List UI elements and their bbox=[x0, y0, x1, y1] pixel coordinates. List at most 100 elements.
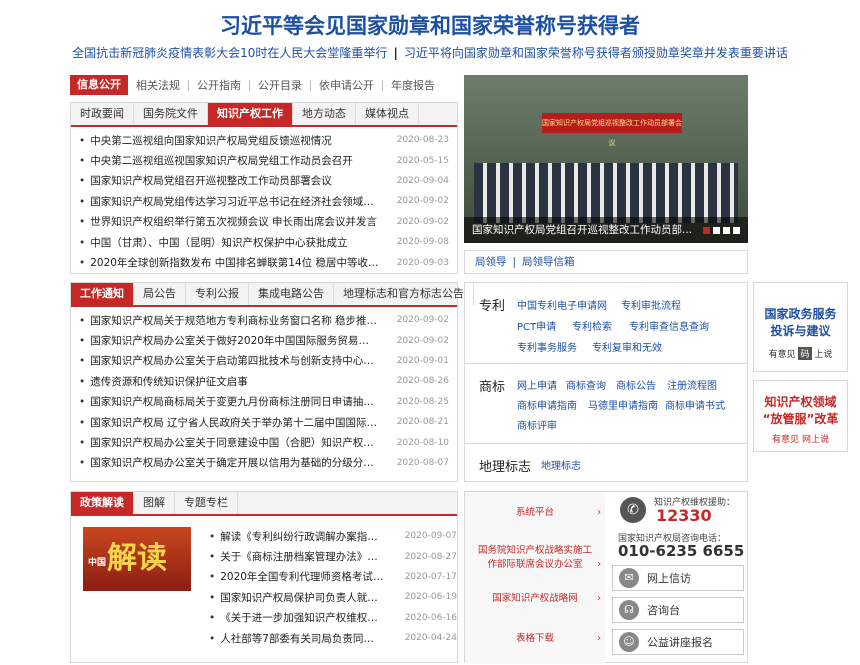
policy-title[interactable]: 解读《专利纠纷行政调解办案指南》... bbox=[209, 529, 384, 544]
list-item[interactable]: 国家知识产权局办公室关于确定开展以信用为基础的分级分类监... 2020-08-0… bbox=[79, 453, 449, 473]
notice-title[interactable]: 国家知识产权局办公室关于确定开展以信用为基础的分级分类监... bbox=[79, 455, 379, 470]
trademark-link[interactable]: 商标申请指南 bbox=[517, 397, 577, 412]
carousel-dot[interactable] bbox=[723, 227, 730, 234]
news-title[interactable]: 世界知识产权组织举行第五次视频会议 申长雨出席会议并发言 bbox=[79, 214, 377, 229]
subhead-link-1[interactable]: 全国抗击新冠肺炎疫情表彰大会10时在人民大会堂隆重举行 bbox=[72, 46, 387, 60]
info-link-regulations[interactable]: 相关法规 bbox=[128, 79, 189, 91]
trademark-link[interactable]: 马德里申请指南 bbox=[588, 397, 658, 412]
gov-service-complaint-card[interactable]: 国家政务服务 投诉与建议 有意见 码 上说 bbox=[753, 282, 848, 372]
notice-title[interactable]: 国家知识产权局办公室关于做好2020年中国国际服务贸易交易会... bbox=[79, 333, 379, 348]
link-system-platform[interactable]: 系统平台 bbox=[465, 506, 605, 520]
subhead-link-2[interactable]: 习近平将向国家勋章和国家荣誉称号获得者颁授勋章奖章并发表重要讲话 bbox=[404, 46, 788, 60]
geo-link[interactable]: 地理标志 bbox=[541, 457, 581, 472]
list-item[interactable]: 关于《商标注册档案管理办法》的制... 2020-08-27 bbox=[209, 546, 457, 566]
list-item[interactable]: 人社部等7部委有关司局负责同志就... 2020-04-24 bbox=[209, 628, 457, 648]
tab-geo-mark-announcement[interactable]: 地理标志和官方标志公告 bbox=[334, 283, 474, 305]
patent-link[interactable]: 中国专利电子申请网 bbox=[517, 297, 607, 312]
patent-link[interactable]: 专利审批流程 bbox=[621, 297, 681, 312]
list-item[interactable]: 国家知识产权局商标局关于变更九月份商标注册同日申请抽签时... 2020-08-2… bbox=[79, 392, 449, 412]
info-link-guide[interactable]: 公开指南 bbox=[189, 79, 250, 91]
list-item[interactable]: 解读《专利纠纷行政调解办案指南》... 2020-09-07 bbox=[209, 526, 457, 546]
leaders-link[interactable]: 局领导 bbox=[475, 256, 507, 268]
info-disclosure-label[interactable]: 信息公开 bbox=[70, 75, 128, 95]
list-item[interactable]: 遗传资源和传统知识保护征文启事 2020-08-26 bbox=[79, 371, 449, 391]
trademark-link[interactable]: 网上申请 bbox=[517, 377, 557, 392]
side1-action[interactable]: 上说 bbox=[814, 350, 832, 360]
list-item[interactable]: 国家知识产权局 辽宁省人民政府关于举办第十二届中国国际专利... 2020-08-… bbox=[79, 412, 449, 432]
policy-title[interactable]: 人社部等7部委有关司局负责同志就... bbox=[209, 631, 384, 646]
trademark-link[interactable]: 商标公告 bbox=[616, 377, 656, 392]
notice-title[interactable]: 国家知识产权局办公室关于启动第四批技术与创新支持中心（TIS... bbox=[79, 353, 379, 368]
list-item[interactable]: 2020年全球创新指数发布 中国排名蝉联第14位 稳居中等收入经... 2020-… bbox=[79, 252, 449, 272]
list-item[interactable]: 国家知识产权局关于规范地方专利商标业务窗口名称 稳步推进知... 2020-09-… bbox=[79, 310, 449, 330]
tab-local-news[interactable]: 地方动态 bbox=[293, 103, 356, 125]
notice-title[interactable]: 国家知识产权局 辽宁省人民政府关于举办第十二届中国国际专利... bbox=[79, 415, 379, 430]
online-petition-button[interactable]: ✉ 网上信访 bbox=[612, 565, 744, 591]
list-item[interactable]: 国家知识产权局党组传达学习习近平总书记在经济社会领域专家... 2020-09-0… bbox=[79, 191, 449, 211]
notice-title[interactable]: 国家知识产权局办公室关于同意建设中国（合肥）知识产权保护中... bbox=[79, 435, 379, 450]
link-strategy-office[interactable]: 国务院知识产权战略实施工作部际联席会议办公室 bbox=[465, 544, 605, 572]
policy-title[interactable]: 国家知识产权局保护司负责人就《商... bbox=[209, 590, 384, 605]
list-item[interactable]: 国家知识产权局党组召开巡视整改工作动员部署会议 2020-09-04 bbox=[79, 171, 449, 191]
news-title[interactable]: 国家知识产权局党组传达学习习近平总书记在经济社会领域专家... bbox=[79, 194, 379, 209]
notice-title[interactable]: 国家知识产权局关于规范地方专利商标业务窗口名称 稳步推进知... bbox=[79, 313, 379, 328]
list-item[interactable]: 中央第二巡视组向国家知识产权局党组反馈巡视情况 2020-08-23 bbox=[79, 130, 449, 150]
tab-special-column[interactable]: 专题专栏 bbox=[175, 492, 238, 514]
patent-link[interactable]: PCT申请 bbox=[517, 318, 556, 333]
tab-policy-interpretation[interactable]: 政策解读 bbox=[71, 492, 134, 514]
side2-action[interactable]: 网上说 bbox=[802, 435, 829, 445]
tab-patent-gazette[interactable]: 专利公报 bbox=[186, 283, 249, 305]
tab-state-council-docs[interactable]: 国务院文件 bbox=[134, 103, 208, 125]
list-item[interactable]: 国家知识产权局办公室关于同意建设中国（合肥）知识产权保护中... 2020-08-… bbox=[79, 432, 449, 452]
policy-title[interactable]: 2020年全国专利代理师资格考试常... bbox=[209, 569, 384, 584]
info-link-annual-report[interactable]: 年度报告 bbox=[383, 80, 443, 91]
reform-feedback-card[interactable]: 知识产权领域 “放管服”改革 有意见 网上说 bbox=[753, 380, 848, 452]
list-item[interactable]: 国家知识产权局保护司负责人就《商... 2020-06-19 bbox=[209, 587, 457, 607]
trademark-link[interactable]: 注册流程图 bbox=[667, 377, 717, 392]
info-link-catalog[interactable]: 公开目录 bbox=[250, 79, 311, 91]
list-item[interactable]: 《关于进一步加强知识产权维权援助... 2020-06-16 bbox=[209, 608, 457, 628]
policy-title[interactable]: 《关于进一步加强知识产权维权援助... bbox=[209, 610, 384, 625]
patent-link[interactable]: 专利事务服务 bbox=[517, 339, 577, 354]
policy-image[interactable]: 中国 解读 bbox=[83, 527, 191, 591]
news-title[interactable]: 中央第二巡视组向国家知识产权局党组反馈巡视情况 bbox=[79, 133, 332, 148]
info-link-request[interactable]: 依申请公开 bbox=[311, 79, 383, 91]
tab-media[interactable]: 媒体视点 bbox=[356, 103, 419, 125]
headline[interactable]: 习近平等会见国家勋章和国家荣誉称号获得者 bbox=[0, 10, 860, 40]
policy-title[interactable]: 关于《商标注册档案管理办法》的制... bbox=[209, 549, 384, 564]
lecture-signup-label: 公益讲座报名 bbox=[647, 636, 713, 649]
link-strategy-net[interactable]: 国家知识产权战略网 bbox=[465, 592, 605, 606]
trademark-link[interactable]: 商标查询 bbox=[566, 377, 606, 392]
patent-link[interactable]: 专利复审和无效 bbox=[592, 339, 662, 354]
list-item[interactable]: 中央第二巡视组巡视国家知识产权局党组工作动员会召开 2020-05-15 bbox=[79, 150, 449, 170]
list-item[interactable]: 世界知识产权组织举行第五次视频会议 申长雨出席会议并发言 2020-09-02 bbox=[79, 212, 449, 232]
tab-ic-announcement[interactable]: 集成电路公告 bbox=[249, 283, 334, 305]
news-title[interactable]: 2020年全球创新指数发布 中国排名蝉联第14位 稳居中等收入经... bbox=[79, 255, 379, 270]
list-item[interactable]: 中国（甘肃）、中国（昆明）知识产权保护中心获批成立 2020-09-08 bbox=[79, 232, 449, 252]
list-item[interactable]: 国家知识产权局办公室关于启动第四批技术与创新支持中心（TIS... 2020-09… bbox=[79, 351, 449, 371]
notice-title[interactable]: 遗传资源和传统知识保护征文启事 bbox=[79, 374, 248, 389]
lecture-signup-button[interactable]: ☺ 公益讲座报名 bbox=[612, 629, 744, 655]
trademark-link[interactable]: 商标评审 bbox=[517, 417, 557, 432]
notice-title[interactable]: 国家知识产权局商标局关于变更九月份商标注册同日申请抽签时... bbox=[79, 394, 379, 409]
patent-link[interactable]: 专利检索 bbox=[572, 318, 612, 333]
tab-ip-work[interactable]: 知识产权工作 bbox=[208, 103, 293, 125]
carousel-dot[interactable] bbox=[713, 227, 720, 234]
tab-work-notice[interactable]: 工作通知 bbox=[71, 283, 134, 305]
list-item[interactable]: 2020年全国专利代理师资格考试常... 2020-07-17 bbox=[209, 567, 457, 587]
news-title[interactable]: 中国（甘肃）、中国（昆明）知识产权保护中心获批成立 bbox=[79, 235, 347, 250]
patent-link[interactable]: 专利审查信息查询 bbox=[629, 318, 709, 333]
news-title[interactable]: 中央第二巡视组巡视国家知识产权局党组工作动员会召开 bbox=[79, 153, 353, 168]
tab-politics[interactable]: 时政要闻 bbox=[71, 103, 134, 125]
link-form-download[interactable]: 表格下载 bbox=[465, 632, 605, 646]
carousel-dot[interactable] bbox=[733, 227, 740, 234]
photo-carousel[interactable]: 国家知识产权局党组巡视整改工作动员部署会议 国家知识产权局党组召开巡视整改工作动… bbox=[464, 75, 748, 243]
tab-bureau-announcement[interactable]: 局公告 bbox=[134, 283, 186, 305]
trademark-link[interactable]: 商标申请书式 bbox=[665, 397, 725, 412]
help-desk-button[interactable]: ☊ 咨询台 bbox=[612, 597, 744, 623]
tab-illustration[interactable]: 图解 bbox=[134, 492, 175, 514]
leaders-mailbox-link[interactable]: 局领导信箱 bbox=[522, 256, 575, 268]
list-item[interactable]: 国家知识产权局办公室关于做好2020年中国国际服务贸易交易会... 2020-09… bbox=[79, 330, 449, 350]
news-title[interactable]: 国家知识产权局党组召开巡视整改工作动员部署会议 bbox=[79, 173, 332, 188]
carousel-dot[interactable] bbox=[703, 227, 710, 234]
